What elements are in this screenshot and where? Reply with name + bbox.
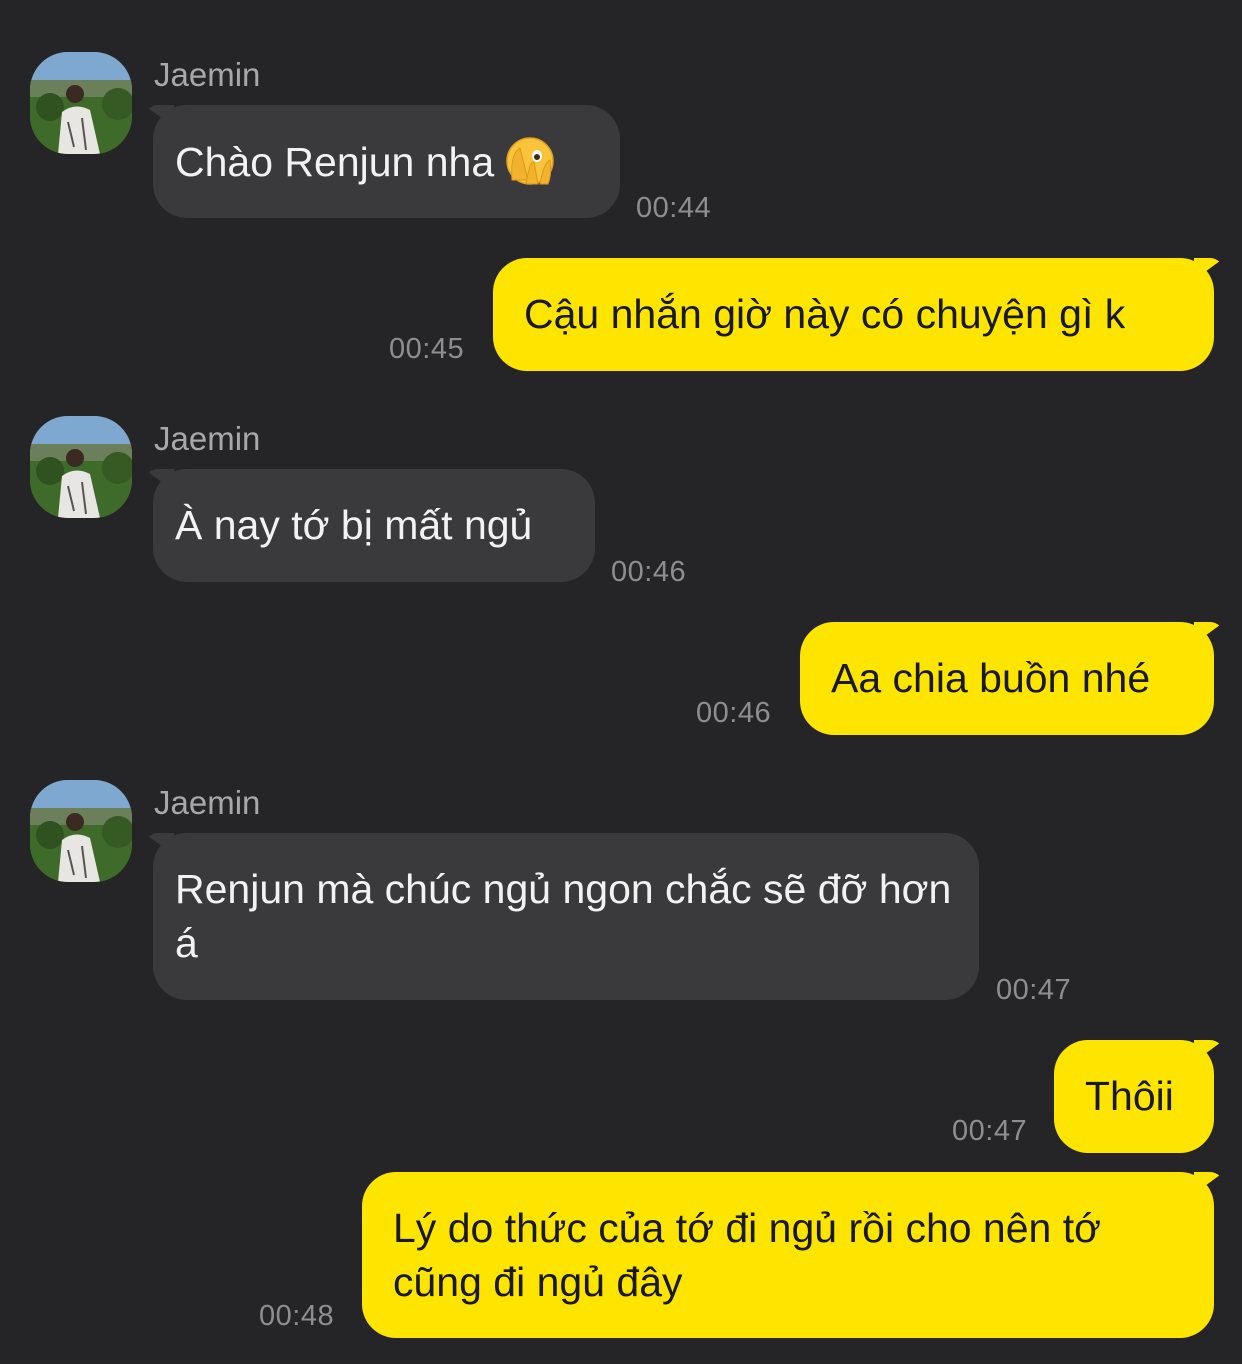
avatar-photo	[30, 416, 132, 518]
outgoing-message-bubble[interactable]: Thôii	[1054, 1040, 1214, 1153]
sender-name: Jaemin	[154, 420, 261, 457]
outgoing-message-bubble[interactable]: Cậu nhắn giờ này có chuyện gì k	[493, 258, 1214, 371]
message-text: À nay tớ bị mất ngủ	[175, 502, 533, 548]
message-text: Aa chia buồn nhé	[831, 655, 1151, 701]
message-timestamp: 00:47	[996, 974, 1072, 1006]
incoming-message-bubble[interactable]: À nay tớ bị mất ngủ	[153, 469, 595, 582]
face-with-peeking-eye-icon	[506, 137, 554, 185]
message-timestamp: 00:44	[636, 192, 712, 224]
message-timestamp: 00:47	[952, 1115, 1028, 1147]
sender-name: Jaemin	[154, 56, 261, 93]
outgoing-message-bubble[interactable]: Lý do thức của tớ đi ngủ rồi cho nên tớ …	[362, 1172, 1214, 1338]
outgoing-message-bubble[interactable]: Aa chia buồn nhé	[800, 622, 1214, 735]
incoming-message-bubble[interactable]: Renjun mà chúc ngủ ngon chắc sẽ đỡ hơn á	[153, 833, 979, 1000]
message-timestamp: 00:45	[389, 333, 465, 365]
avatar[interactable]	[30, 780, 132, 882]
message-text: Lý do thức của tớ đi ngủ rồi cho nên tớ …	[393, 1205, 1102, 1305]
message-text: Renjun mà chúc ngủ ngon chắc sẽ đỡ hơn á	[175, 866, 952, 966]
avatar-photo	[30, 780, 132, 882]
message-timestamp: 00:46	[696, 697, 772, 729]
message-timestamp: 00:46	[611, 556, 687, 588]
avatar-photo	[30, 52, 132, 154]
message-text: Cậu nhắn giờ này có chuyện gì k	[524, 291, 1126, 337]
avatar[interactable]	[30, 416, 132, 518]
incoming-message-bubble[interactable]: Chào Renjun nha	[153, 105, 620, 218]
avatar[interactable]	[30, 52, 132, 154]
message-timestamp: 00:48	[259, 1300, 335, 1332]
sender-name: Jaemin	[154, 784, 261, 821]
message-text: Thôii	[1085, 1073, 1174, 1119]
message-text: Chào Renjun nha	[175, 139, 495, 185]
